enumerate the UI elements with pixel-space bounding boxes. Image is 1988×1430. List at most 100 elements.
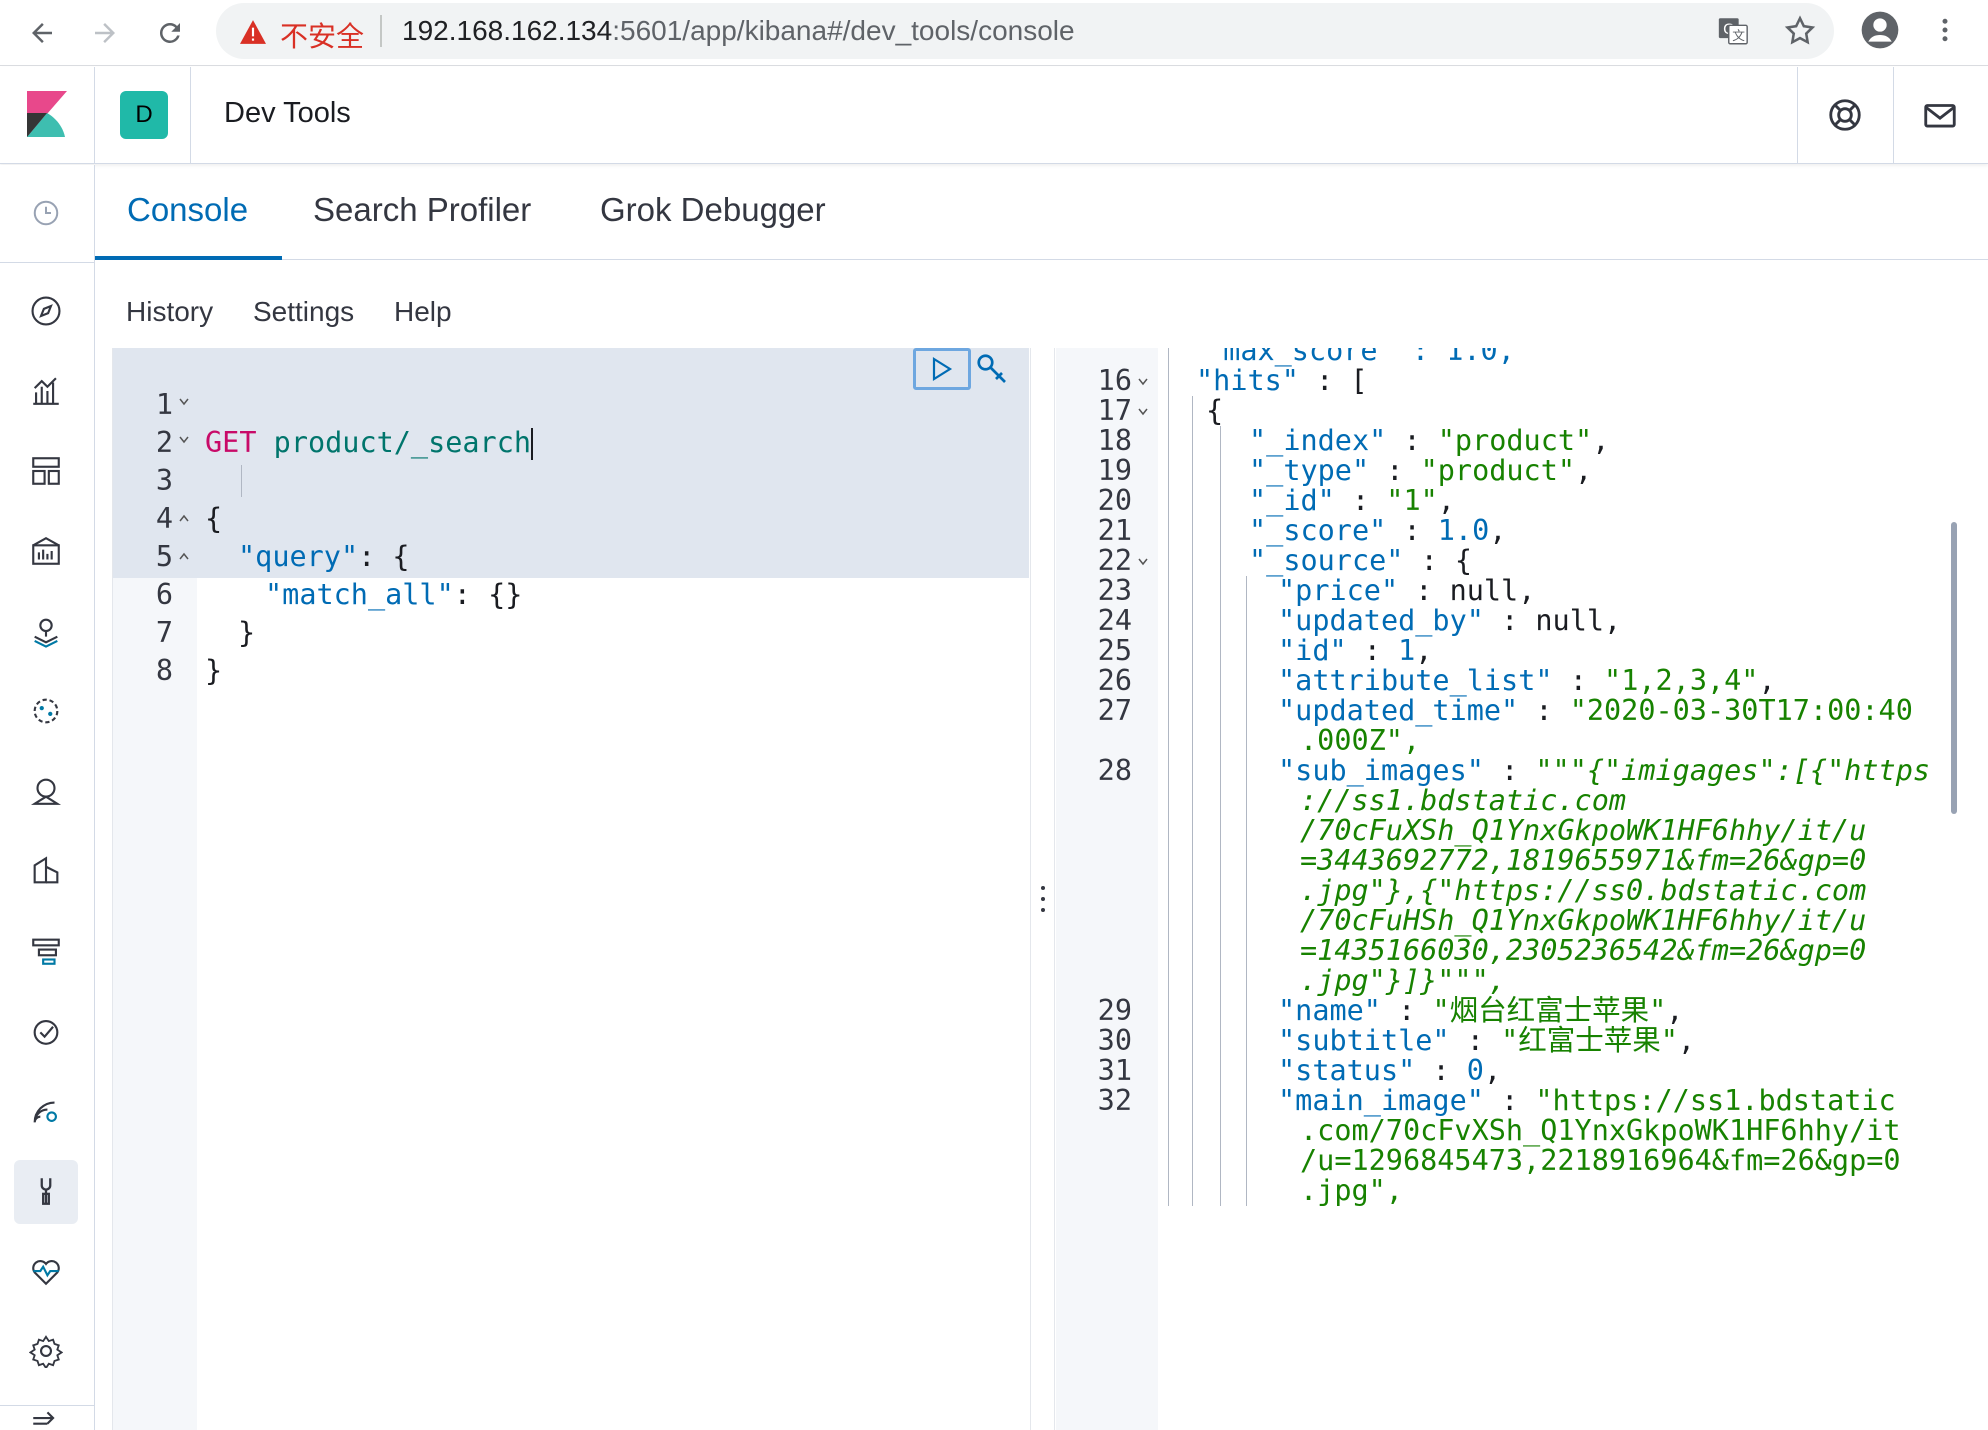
indent-guide bbox=[1168, 1146, 1169, 1176]
space-avatar[interactable]: D bbox=[120, 91, 168, 139]
ml-icon[interactable] bbox=[26, 691, 66, 731]
line-number: 18 bbox=[1097, 424, 1132, 457]
indent-guide bbox=[1192, 1086, 1193, 1116]
json-punctuation: : [ bbox=[1298, 364, 1368, 397]
send-request-button[interactable] bbox=[913, 348, 971, 390]
fold-down-icon[interactable] bbox=[179, 436, 189, 444]
indent-guide bbox=[1220, 486, 1221, 516]
indent-guide bbox=[1192, 936, 1193, 966]
json-punctuation: : bbox=[1386, 424, 1438, 457]
mail-icon[interactable] bbox=[1921, 96, 1959, 134]
tab-search-profiler[interactable]: Search Profiler bbox=[313, 191, 531, 229]
recent-clock-icon[interactable] bbox=[26, 193, 66, 233]
dev-tools-tabs: Console Search Profiler Grok Debugger bbox=[95, 165, 1988, 260]
json-key: "hits" bbox=[1196, 364, 1299, 397]
line-number: 28 bbox=[1097, 754, 1132, 787]
fold-down-icon[interactable] bbox=[1138, 378, 1148, 386]
canvas-icon[interactable] bbox=[26, 531, 66, 571]
code-line: 1 GET product/_search bbox=[113, 348, 1013, 460]
tab-console[interactable]: Console bbox=[127, 191, 248, 229]
indent-guide bbox=[1192, 606, 1193, 636]
tab-grok-debugger[interactable]: Grok Debugger bbox=[600, 191, 826, 229]
svg-text:文: 文 bbox=[1732, 29, 1745, 44]
dev-tools-wrench-icon[interactable] bbox=[26, 1171, 66, 1211]
json-punctuation: : bbox=[1518, 694, 1570, 727]
fold-down-icon[interactable] bbox=[179, 398, 189, 406]
line-number: 26 bbox=[1097, 664, 1132, 697]
json-key: "_type" bbox=[1249, 454, 1370, 487]
visualize-icon[interactable] bbox=[26, 371, 66, 411]
json-punctuation: , bbox=[1592, 424, 1610, 457]
star-icon[interactable] bbox=[1783, 14, 1817, 48]
siem-icon[interactable] bbox=[26, 1091, 66, 1131]
wrench-icon[interactable] bbox=[975, 352, 1011, 388]
profile-icon[interactable] bbox=[1860, 10, 1900, 50]
kibana-logo-icon[interactable] bbox=[27, 91, 67, 141]
indent-guide bbox=[1168, 996, 1169, 1026]
indent-guide bbox=[1220, 1026, 1221, 1056]
indent-guide bbox=[1168, 516, 1169, 546]
divider bbox=[190, 67, 191, 164]
monitoring-heart-icon[interactable] bbox=[26, 1251, 66, 1291]
page-title: Dev Tools bbox=[224, 97, 351, 129]
more-vert-icon[interactable] bbox=[1930, 14, 1960, 46]
fold-up-icon[interactable] bbox=[179, 552, 189, 560]
code-line: 3 "query": { bbox=[113, 424, 1013, 573]
fold-down-icon[interactable] bbox=[1138, 408, 1148, 416]
indent-guide bbox=[1192, 966, 1193, 996]
indent-guide bbox=[1192, 576, 1193, 606]
url-text[interactable]: 192.168.162.134:5601/app/kibana#/dev_too… bbox=[402, 15, 1075, 47]
indent-guide bbox=[1220, 1116, 1221, 1146]
json-text: "attribute_list" : "1,2,3,4", bbox=[1278, 666, 1776, 696]
address-bar[interactable]: 不安全 192.168.162.134:5601/app/kibana#/dev… bbox=[216, 3, 1834, 59]
uptime-icon[interactable] bbox=[26, 1011, 66, 1051]
discover-compass-icon[interactable] bbox=[26, 291, 66, 331]
fold-down-icon[interactable] bbox=[1138, 558, 1148, 566]
collapse-nav-icon[interactable] bbox=[26, 1405, 66, 1430]
response-output[interactable]: "max_score" : 1.0, 16 "hits" : [17{18 "_ind… bbox=[1056, 348, 1988, 1430]
history-link[interactable]: History bbox=[126, 296, 213, 328]
indent-guide bbox=[1168, 576, 1169, 606]
infrastructure-icon[interactable] bbox=[26, 771, 66, 811]
request-editor[interactable]: 1 GET product/_search 2 { 3 "query": { 4… bbox=[112, 348, 1029, 1430]
indent-guide bbox=[1192, 1176, 1193, 1206]
json-text: "main_image" : "https://ss1.bdstatic bbox=[1278, 1086, 1896, 1116]
indent-guide bbox=[1192, 1116, 1193, 1146]
settings-link[interactable]: Settings bbox=[253, 296, 354, 328]
pane-resizer[interactable] bbox=[1030, 348, 1055, 1430]
indent-guide bbox=[1168, 756, 1169, 786]
fold-up-icon[interactable] bbox=[179, 514, 189, 522]
indent-guide bbox=[1192, 1026, 1193, 1056]
json-punctuation: : bbox=[1552, 664, 1605, 697]
output-scrollbar[interactable] bbox=[1951, 522, 1957, 814]
translate-icon[interactable]: G文 bbox=[1716, 14, 1750, 48]
dashboard-icon[interactable] bbox=[26, 451, 66, 491]
indent-guide bbox=[1220, 1146, 1221, 1176]
line-number: 24 bbox=[1097, 604, 1132, 637]
logs-icon[interactable] bbox=[26, 851, 66, 891]
indent-guide bbox=[1220, 1086, 1221, 1116]
forward-button[interactable] bbox=[80, 8, 130, 58]
maps-icon[interactable] bbox=[26, 611, 66, 651]
reload-button[interactable] bbox=[145, 8, 195, 58]
indent-guide bbox=[1168, 666, 1169, 696]
json-punctuation: , bbox=[1666, 994, 1684, 1027]
help-link[interactable]: Help bbox=[394, 296, 452, 328]
indent-guide bbox=[1246, 756, 1247, 786]
indent-guide bbox=[1220, 996, 1221, 1026]
json-punctuation: : bbox=[1415, 1054, 1467, 1087]
line-number: 8 bbox=[155, 654, 173, 687]
management-gear-icon[interactable] bbox=[26, 1331, 66, 1371]
help-lifebuoy-icon[interactable] bbox=[1826, 96, 1864, 134]
json-text: "status" : 0, bbox=[1278, 1056, 1501, 1086]
indent-guide bbox=[1220, 1176, 1221, 1206]
apm-icon[interactable] bbox=[26, 931, 66, 971]
indent-guide bbox=[1246, 966, 1247, 996]
indent-guide bbox=[1246, 726, 1247, 756]
json-value-continued: =3443692772,1819655971&fm=26&gp=0 bbox=[1300, 844, 1867, 877]
indent-guide bbox=[1246, 996, 1247, 1026]
json-value-continued: =1435166030,2305236542&fm=26&gp=0 bbox=[1300, 934, 1867, 967]
json-value-continued: ://ss1.bdstatic.com bbox=[1300, 784, 1627, 817]
indent-guide bbox=[1220, 966, 1221, 996]
back-button[interactable] bbox=[17, 8, 67, 58]
